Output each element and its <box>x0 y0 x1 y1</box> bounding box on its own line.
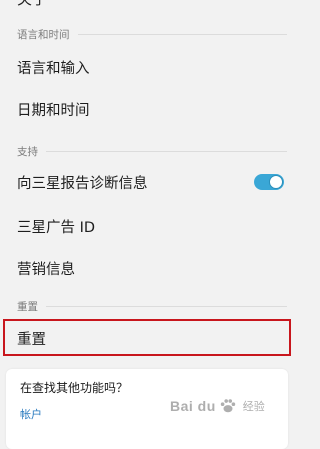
toggle-knob <box>269 175 283 189</box>
account-link[interactable]: 帐户 <box>20 406 42 422</box>
settings-item-language-input[interactable]: 语言和输入 <box>0 47 294 87</box>
section-header-label: 重置 <box>17 301 38 313</box>
section-header-label: 支持 <box>17 146 38 158</box>
settings-item-advertising-id[interactable]: 三星广告 ID <box>0 206 294 246</box>
section-divider <box>77 34 287 35</box>
settings-item-label: 营销信息 <box>17 261 75 278</box>
reset-highlight-box <box>3 319 291 356</box>
settings-item-report-diagnostics[interactable]: 向三星报告诊断信息 <box>0 162 294 202</box>
settings-screen: 关于 语言和时间 语言和输入 日期和时间 支持 向三星报告诊断信息 三星广告 I… <box>0 0 294 449</box>
section-header-reset: 重置 <box>17 299 287 314</box>
card-title: 在查找其他功能吗？ <box>20 381 129 395</box>
diagnostics-toggle[interactable] <box>254 174 284 190</box>
paw-icon <box>220 399 235 413</box>
baidu-watermark: Bai du 经验 <box>170 392 292 420</box>
section-header-support: 支持 <box>17 144 287 159</box>
settings-item-label: 向三星报告诊断信息 <box>17 175 148 192</box>
settings-item-marketing-info[interactable]: 营销信息 <box>0 248 294 288</box>
settings-item-label: 三星广告 ID <box>17 219 96 236</box>
section-divider <box>46 151 287 152</box>
section-header-label: 语言和时间 <box>17 29 70 41</box>
settings-item-date-time[interactable]: 日期和时间 <box>0 89 294 129</box>
section-divider <box>46 306 287 307</box>
section-header-language-time: 语言和时间 <box>17 27 287 42</box>
settings-item-about-clipped[interactable]: 关于 <box>17 0 47 9</box>
watermark-suffix: 经验 <box>242 401 265 413</box>
watermark-brand: Bai du <box>170 398 216 414</box>
settings-item-label: 语言和输入 <box>17 60 90 77</box>
settings-item-label: 日期和时间 <box>17 102 90 119</box>
